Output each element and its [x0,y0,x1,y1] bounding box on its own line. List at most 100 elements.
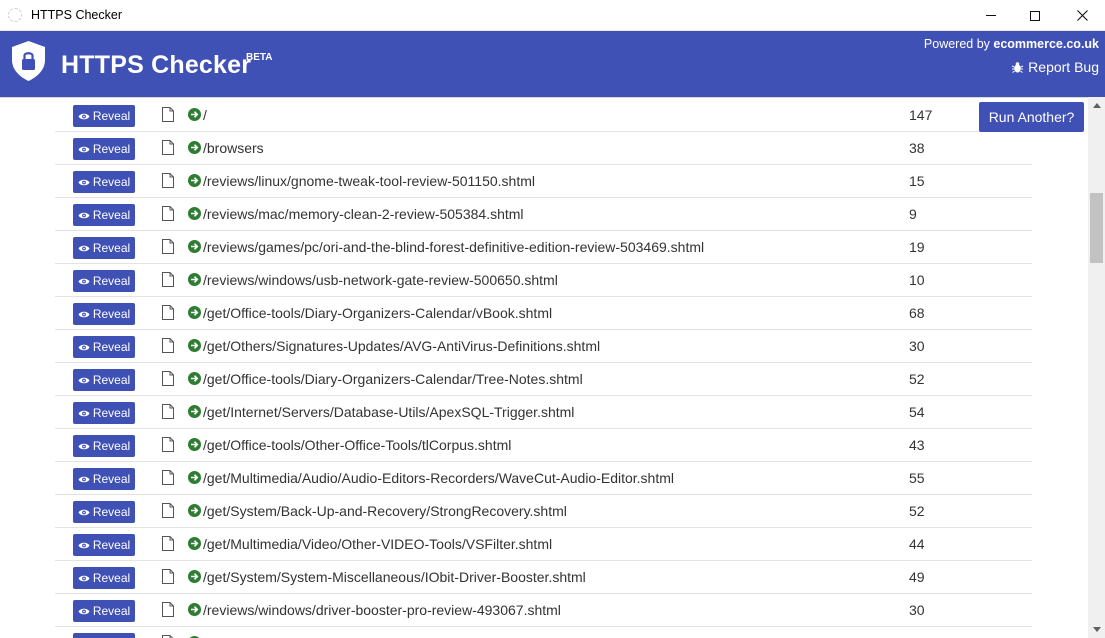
reveal-button[interactable]: Reveal [73,600,135,622]
file-icon [162,503,174,518]
link-count: 44 [909,536,925,552]
reveal-button[interactable]: Reveal [73,402,135,424]
url-path-link[interactable]: /reviews/mac/memory-clean-2-review-50538… [203,206,524,222]
link-count: 30 [909,602,925,618]
result-row: Reveal/get/Others/Signatures-Updates/AVG… [55,330,1032,363]
link-count: 19 [909,239,925,255]
reveal-label: Reveal [92,340,131,354]
file-icon [162,470,174,485]
url-path-link[interactable]: /reviews/windows/usb-network-gate-review… [203,272,558,288]
url-path-link[interactable]: /reviews/windows/driver-booster-pro-revi… [203,602,561,618]
reveal-button[interactable]: Reveal [73,534,135,556]
link-count: 68 [909,305,925,321]
reveal-button[interactable]: Reveal [73,270,135,292]
report-bug-link[interactable]: Report Bug [1011,59,1099,75]
arrow-circle-right-icon[interactable] [188,339,201,352]
arrow-circle-right-icon[interactable] [188,537,201,550]
arrow-circle-right-icon[interactable] [188,108,201,121]
reveal-button[interactable]: Reveal [73,468,135,490]
result-row: Reveal/get/Office-tools/Diary-Organizers… [55,297,1032,330]
url-path-link[interactable]: /get/Internet/Servers/Database-Utils/Ape… [203,404,574,420]
arrow-circle-right-icon[interactable] [188,504,201,517]
arrow-circle-right-icon[interactable] [188,240,201,253]
arrow-circle-right-icon[interactable] [188,174,201,187]
result-row: Reveal [55,627,1032,638]
link-count: 9 [909,206,917,222]
powered-prefix: Powered by [923,37,994,51]
run-another-button[interactable]: Run Another? [979,102,1084,132]
maximize-icon [1030,10,1040,21]
reveal-button[interactable]: Reveal [73,303,135,325]
eye-icon [78,179,90,185]
scroll-down-arrow[interactable] [1088,621,1105,638]
url-path-link[interactable]: /browsers [203,140,264,156]
eye-icon [78,212,90,218]
result-row: Reveal/reviews/windows/driver-booster-pr… [55,594,1032,627]
url-path-link[interactable]: /get/Office-tools/Other-Office-Tools/tlC… [203,437,511,453]
eye-icon [78,608,90,614]
link-count: 52 [909,503,925,519]
file-icon [162,569,174,584]
eye-icon [78,476,90,482]
file-icon [162,371,174,386]
reveal-button[interactable]: Reveal [73,105,135,127]
link-count: 43 [909,437,925,453]
eye-icon [78,377,90,383]
arrow-circle-right-icon[interactable] [188,471,201,484]
reveal-button[interactable]: Reveal [73,501,135,523]
url-path-link[interactable]: /get/System/System-Miscellaneous/IObit-D… [203,569,586,585]
eye-icon [78,278,90,284]
vertical-scrollbar[interactable] [1088,97,1105,638]
arrow-circle-right-icon[interactable] [188,405,201,418]
file-icon [162,140,174,155]
report-bug-label: Report Bug [1028,59,1099,75]
scroll-up-arrow[interactable] [1088,97,1105,114]
url-path-link[interactable]: /get/Office-tools/Diary-Organizers-Calen… [203,305,552,321]
window-title: HTTPS Checker [31,8,122,22]
reveal-button[interactable]: Reveal [73,633,135,638]
minimize-button[interactable] [968,0,1014,31]
arrow-circle-right-icon[interactable] [188,372,201,385]
url-path-link[interactable]: /get/Multimedia/Video/Other-VIDEO-Tools/… [203,536,552,552]
arrow-circle-right-icon[interactable] [188,306,201,319]
arrow-circle-right-icon[interactable] [188,207,201,220]
reveal-button[interactable]: Reveal [73,138,135,160]
url-path-link[interactable]: /get/Multimedia/Audio/Audio-Editors-Reco… [203,470,674,486]
result-row: Reveal / 147 [55,99,1032,132]
link-count: 38 [909,140,925,156]
result-row: Reveal/get/Office-tools/Other-Office-Too… [55,429,1032,462]
reveal-button[interactable]: Reveal [73,336,135,358]
powered-brand-link[interactable]: ecommerce.co.uk [993,37,1099,51]
link-count: 15 [909,173,925,189]
reveal-button[interactable]: Reveal [73,204,135,226]
maximize-button[interactable] [1012,0,1058,31]
arrow-circle-right-icon[interactable] [188,603,201,616]
reveal-button[interactable]: Reveal [73,369,135,391]
reveal-label: Reveal [92,241,131,255]
reveal-label: Reveal [92,571,131,585]
reveal-button[interactable]: Reveal [73,435,135,457]
url-path-link[interactable]: /get/System/Back-Up-and-Recovery/StrongR… [203,503,567,519]
url-path-link[interactable]: /reviews/games/pc/ori-and-the-blind-fore… [203,239,704,255]
url-path-link[interactable]: /reviews/linux/gnome-tweak-tool-review-5… [203,173,535,189]
url-path-link[interactable]: /get/Others/Signatures-Updates/AVG-AntiV… [203,338,600,354]
file-icon [162,107,174,122]
file-icon [162,206,174,221]
bug-icon [1011,61,1024,73]
result-row: Reveal/get/Internet/Servers/Database-Uti… [55,396,1032,429]
arrow-circle-right-icon[interactable] [188,141,201,154]
link-count: 55 [909,470,925,486]
reveal-label: Reveal [92,604,131,618]
arrow-circle-right-icon[interactable] [188,273,201,286]
reveal-button[interactable]: Reveal [73,237,135,259]
arrow-circle-right-icon[interactable] [188,438,201,451]
scroll-thumb[interactable] [1090,193,1103,263]
reveal-button[interactable]: Reveal [73,567,135,589]
close-button[interactable] [1059,0,1105,31]
reveal-label: Reveal [92,538,131,552]
reveal-button[interactable]: Reveal [73,171,135,193]
arrow-circle-right-icon[interactable] [188,570,201,583]
url-path-link[interactable]: / [203,107,207,123]
beta-badge: BETA [246,52,273,63]
url-path-link[interactable]: /get/Office-tools/Diary-Organizers-Calen… [203,371,583,387]
